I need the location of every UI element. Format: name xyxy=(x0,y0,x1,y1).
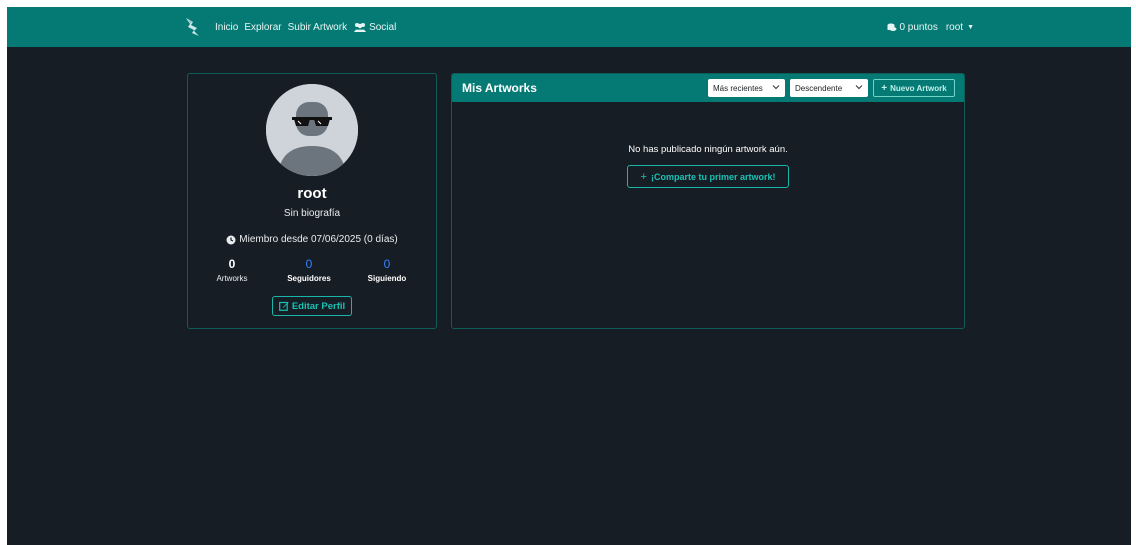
order-select-value: Descendente xyxy=(795,83,843,93)
app-window: Inicio Explorar Subir Artwork Social 0 p… xyxy=(7,7,1131,545)
chevron-down-icon xyxy=(772,85,780,90)
chevron-down-icon xyxy=(855,85,863,90)
plus-icon: + xyxy=(640,170,647,183)
share-first-artwork-button[interactable]: + ¡Comparte tu primer artwork! xyxy=(627,165,789,188)
empty-message: No has publicado ningún artwork aún. xyxy=(628,144,788,155)
nav-link-explorar[interactable]: Explorar xyxy=(244,22,281,33)
sort-select[interactable]: Más recientes xyxy=(708,79,785,97)
clock-icon xyxy=(226,235,236,245)
edit-profile-button[interactable]: Editar Perfil xyxy=(272,296,352,316)
stat-artworks: 0 Artworks xyxy=(197,257,267,283)
stat-label: Seguidores xyxy=(287,274,331,283)
artworks-title: Mis Artworks xyxy=(462,81,537,95)
nav-left: Inicio Explorar Subir Artwork Social xyxy=(183,7,402,47)
member-since-text: Miembro desde 07/06/2025 (0 días) xyxy=(239,234,398,245)
profile-card: root Sin biografía Miembro desde 07/06/2… xyxy=(187,73,437,329)
avatar xyxy=(266,84,358,176)
stat-value[interactable]: 0 xyxy=(352,257,422,271)
member-since: Miembro desde 07/06/2025 (0 días) xyxy=(188,234,436,245)
stat-value: 0 xyxy=(228,257,236,271)
nav-link-subir-artwork[interactable]: Subir Artwork xyxy=(288,22,347,33)
users-icon xyxy=(354,23,367,32)
sunglasses-avatar-icon xyxy=(266,84,358,176)
profile-username: root xyxy=(297,185,327,202)
nav-link-social-label: Social xyxy=(369,21,397,33)
user-menu-label: root xyxy=(945,21,964,33)
stat-value[interactable]: 0 xyxy=(274,257,344,271)
stat-followers[interactable]: 0 Seguidores xyxy=(274,257,344,283)
stat-following[interactable]: 0 Siguiendo xyxy=(352,257,422,283)
artworks-card: Mis Artworks Más recientes Descendente +… xyxy=(451,73,965,329)
nav-link-inicio[interactable]: Inicio xyxy=(215,22,238,33)
artworks-header: Mis Artworks Más recientes Descendente +… xyxy=(452,74,964,102)
points-label: 0 puntos xyxy=(899,21,938,33)
nav-link-social[interactable]: Social xyxy=(353,22,396,33)
stat-label: Artworks xyxy=(216,274,248,283)
plus-icon: + xyxy=(881,82,888,94)
stat-label: Siguiendo xyxy=(367,274,407,283)
nav-right: 0 puntos root ▼ xyxy=(887,7,974,47)
new-artwork-button[interactable]: + Nuevo Artwork xyxy=(873,79,955,97)
user-menu[interactable]: root ▼ xyxy=(946,22,974,33)
sort-select-value: Más recientes xyxy=(713,83,763,93)
new-artwork-label: Nuevo Artwork xyxy=(890,83,947,93)
share-first-artwork-label: ¡Comparte tu primer artwork! xyxy=(650,171,776,182)
coins-icon xyxy=(887,23,897,32)
profile-bio: Sin biografía xyxy=(283,208,341,219)
order-select[interactable]: Descendente xyxy=(790,79,868,97)
pen-nib-logo-icon[interactable] xyxy=(183,16,203,38)
edit-profile-label: Editar Perfil xyxy=(291,300,346,312)
caret-down-icon: ▼ xyxy=(967,23,974,31)
edit-icon xyxy=(278,301,289,311)
top-navbar: Inicio Explorar Subir Artwork Social 0 p… xyxy=(7,7,1131,47)
